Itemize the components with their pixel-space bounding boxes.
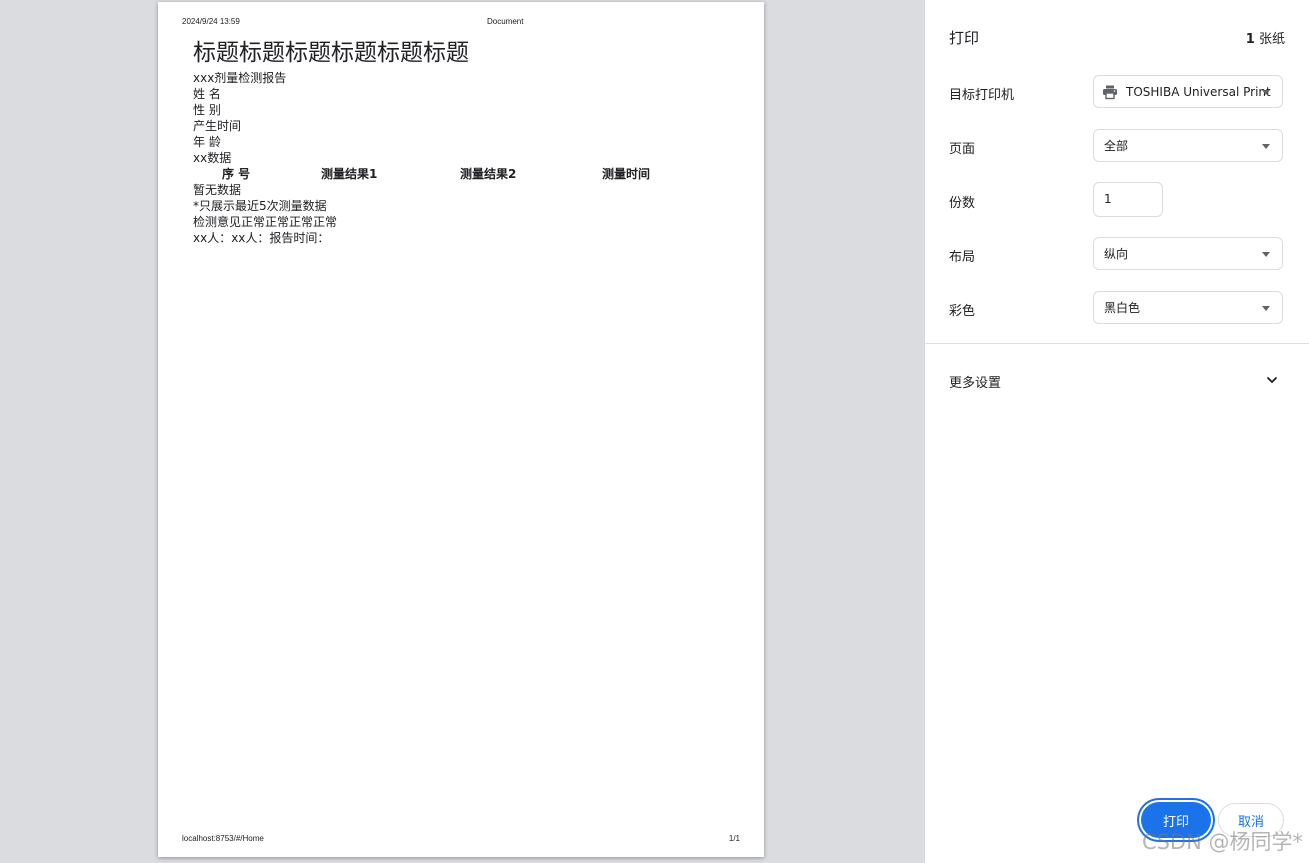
print-preview-area: 2024/9/24 13:59 Document 标题标题标题标题标题标题 xx… (0, 0, 925, 863)
sheet-count: 1 张纸 (1246, 28, 1285, 47)
name-line: 姓 名 (193, 87, 221, 101)
document-heading: 标题标题标题标题标题标题 (193, 40, 469, 66)
signature-line: xx人：xx人：报告时间： (193, 231, 330, 245)
pages-label: 页面 (949, 142, 976, 157)
destination-label: 目标打印机 (949, 88, 1015, 103)
page-footer-url: localhost:8753/#/Home (182, 834, 264, 843)
pages-select[interactable]: 全部 (1093, 129, 1283, 162)
print-button[interactable]: 打印 (1141, 802, 1211, 838)
data-section-line: xx数据 (193, 151, 232, 165)
color-select[interactable]: 黑白色 (1093, 291, 1283, 324)
dropdown-caret-icon (1262, 144, 1270, 149)
print-settings-panel: 打印 1 张纸 目标打印机 TOSHIBA Universal Print 页面… (925, 0, 1309, 863)
page-header-date: 2024/9/24 13:59 (182, 17, 240, 26)
page-footer-number: 1/1 (728, 834, 740, 843)
chevron-down-icon (1266, 376, 1278, 384)
table-header-time: 测量时间 (602, 167, 651, 181)
age-line: 年 龄 (193, 135, 221, 149)
page-header-title: Document (487, 17, 524, 26)
gender-line: 性 别 (193, 103, 221, 117)
layout-select[interactable]: 纵向 (1093, 237, 1283, 270)
inspection-opinion-line: 检测意见正常正常正常正常 (193, 215, 338, 229)
sheet-count-number: 1 (1245, 32, 1255, 47)
color-label: 彩色 (949, 304, 976, 319)
dropdown-caret-icon (1262, 306, 1270, 311)
panel-divider (925, 343, 1309, 344)
sheet-count-unit: 张纸 (1258, 32, 1285, 47)
destination-value: TOSHIBA Universal Print (1126, 85, 1271, 99)
table-header-result2: 测量结果2 (460, 167, 517, 181)
layout-label: 布局 (949, 250, 976, 265)
destination-select[interactable]: TOSHIBA Universal Print (1093, 75, 1283, 108)
copies-label: 份数 (949, 196, 976, 211)
more-settings-toggle[interactable]: 更多设置 (925, 360, 1309, 400)
printer-icon (1103, 85, 1117, 100)
dropdown-caret-icon (1262, 90, 1270, 95)
table-header-result1: 测量结果1 (321, 167, 378, 181)
cancel-button[interactable]: 取消 (1218, 803, 1284, 837)
recent-data-note: *只展示最近5次测量数据 (193, 199, 327, 213)
layout-value: 纵向 (1104, 247, 1129, 261)
color-value: 黑白色 (1104, 301, 1141, 315)
measurement-table-header: 序 号 测量结果1 测量结果2 测量时间 (193, 166, 733, 182)
table-header-index: 序 号 (222, 167, 251, 181)
dropdown-caret-icon (1262, 252, 1270, 257)
panel-title: 打印 (949, 29, 980, 47)
pages-value: 全部 (1104, 139, 1129, 153)
document-body: 标题标题标题标题标题标题 xxx剂量检测报告 姓 名 性 别 产生时间 年 龄 … (193, 38, 733, 246)
no-data-line: 暂无数据 (193, 183, 242, 197)
report-title-line: xxx剂量检测报告 (193, 71, 287, 85)
more-settings-label: 更多设置 (949, 376, 1002, 391)
preview-page: 2024/9/24 13:59 Document 标题标题标题标题标题标题 xx… (158, 2, 764, 857)
copies-input[interactable]: 1 (1093, 182, 1163, 217)
generated-time-line: 产生时间 (193, 119, 242, 133)
